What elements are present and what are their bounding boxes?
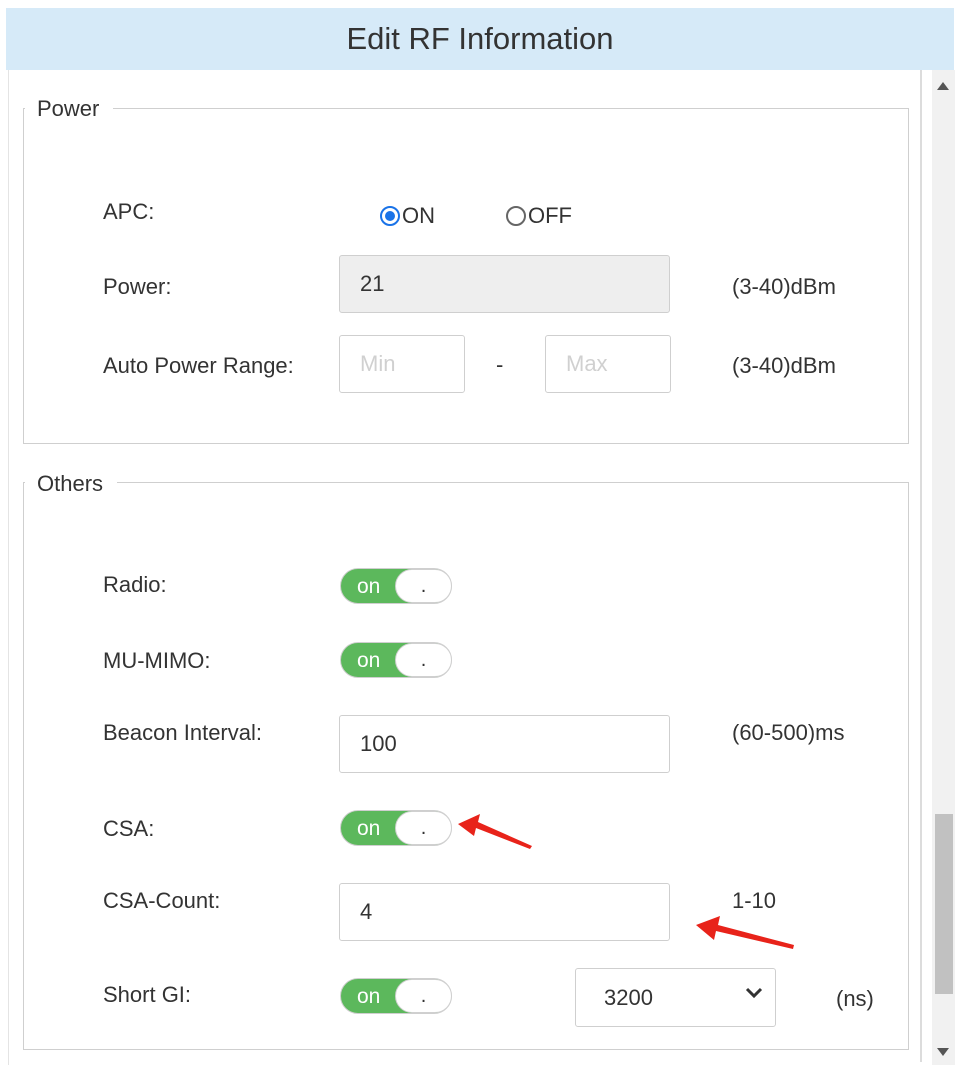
annotation-arrow-icon xyxy=(458,814,794,949)
csa-count-annotation-arrow-icon xyxy=(696,916,794,949)
csa-annotation-arrow-icon xyxy=(458,814,532,849)
